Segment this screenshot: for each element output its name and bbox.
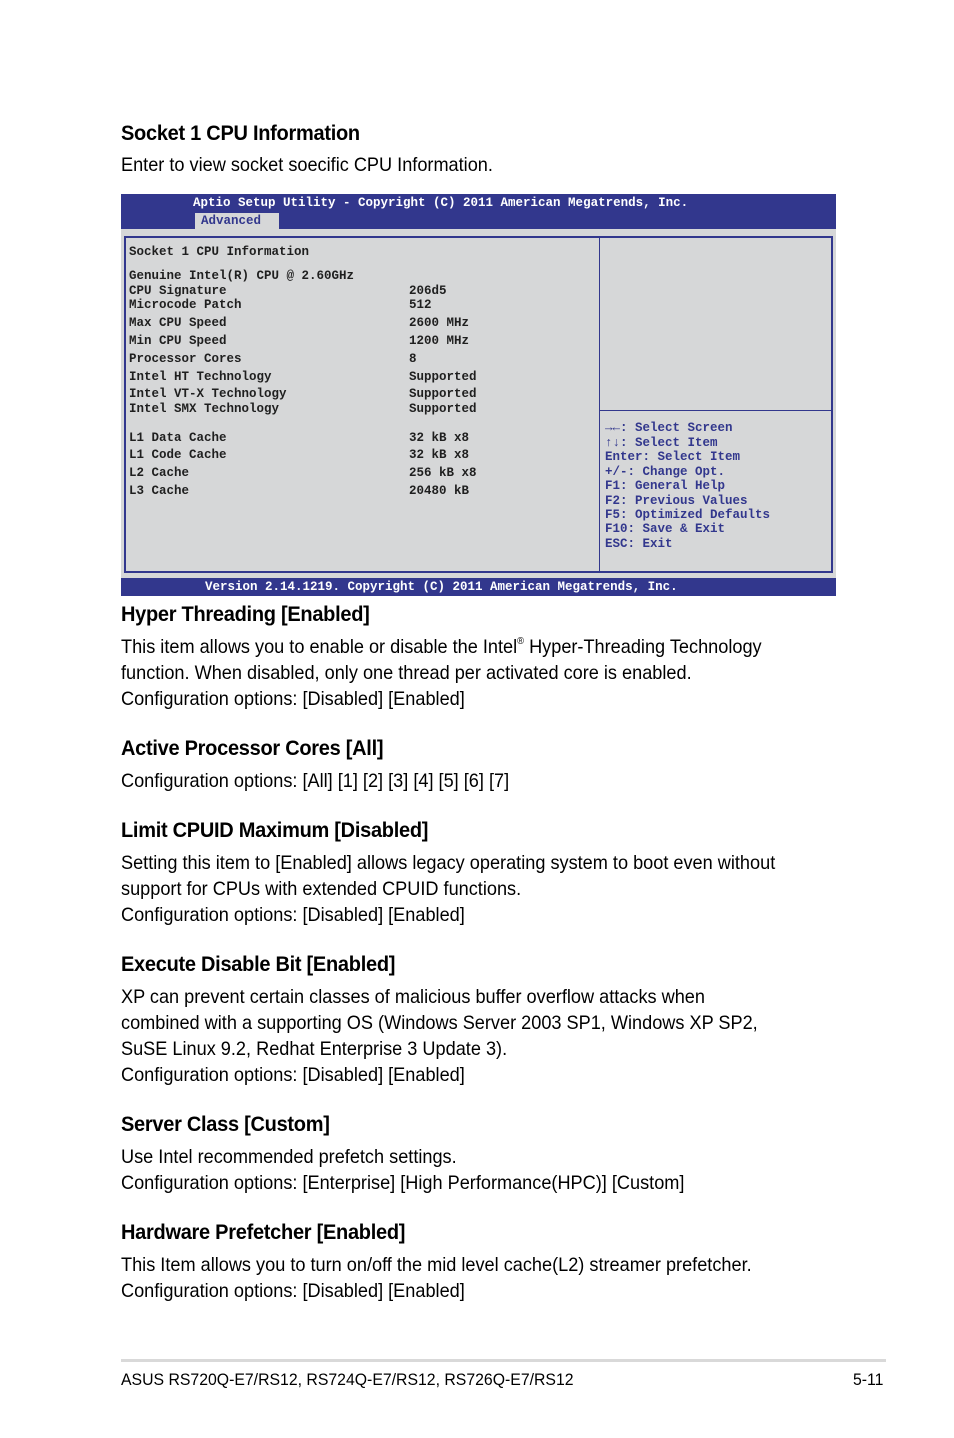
- bios-version: Version 2.14.1219. Copyright (C) 2011 Am…: [205, 580, 678, 594]
- tab-advanced[interactable]: Advanced: [195, 213, 279, 229]
- footer-page-number: 5-11: [853, 1370, 884, 1389]
- body-text: This item allows you to enable or disabl…: [121, 636, 518, 658]
- bios-info-row: CPU Signature 206d5: [129, 284, 447, 299]
- bios-title: Aptio Setup Utility - Copyright (C) 2011…: [193, 196, 689, 210]
- bios-panel-title: Socket 1 CPU Information: [129, 245, 310, 259]
- bios-cache-row: L3 Cache 20480 kB: [129, 484, 469, 499]
- help-general-help: F1: General Help: [605, 479, 726, 493]
- info-value: 206d5: [409, 284, 447, 298]
- help-previous-values: F2: Previous Values: [605, 494, 748, 508]
- section-heading-socket-cpu-info: Socket 1 CPU Information: [121, 121, 360, 145]
- body-line: This Item allows you to turn on/off the …: [121, 1254, 752, 1276]
- body-line: XP can prevent certain classes of malici…: [121, 986, 705, 1008]
- info-value: 512: [409, 298, 432, 312]
- section-heading-limit-cpuid: Limit CPUID Maximum [Disabled]: [121, 818, 429, 842]
- body-text: Hyper-Threading Technology: [524, 636, 762, 658]
- info-label: Intel HT Technology: [129, 370, 272, 384]
- body-line: This item allows you to enable or disabl…: [121, 634, 762, 660]
- section-body-hyper-threading: This item allows you to enable or disabl…: [121, 634, 762, 712]
- info-value: Supported: [409, 402, 477, 416]
- section-heading-active-cores: Active Processor Cores [All]: [121, 736, 384, 760]
- section-body-server-class: Use Intel recommended prefetch settings.…: [121, 1144, 684, 1196]
- bios-cpu-name: Genuine Intel(R) CPU @ 2.60GHz: [129, 269, 355, 283]
- footer-rule: [121, 1359, 886, 1362]
- bios-cache-row: L1 Code Cache 32 kB x8: [129, 448, 469, 463]
- bios-info-row: Intel SMX Technology Supported: [129, 402, 477, 417]
- section-heading-execute-disable: Execute Disable Bit [Enabled]: [121, 952, 396, 976]
- info-label: Intel VT-X Technology: [129, 387, 287, 401]
- cache-value: 256 kB x8: [409, 466, 477, 480]
- info-value: 8: [409, 352, 417, 366]
- info-value: Supported: [409, 370, 477, 384]
- body-line: Configuration options: [Disabled] [Enabl…: [121, 1064, 465, 1086]
- info-label: Max CPU Speed: [129, 316, 227, 330]
- body-line: SuSE Linux 9.2, Redhat Enterprise 3 Upda…: [121, 1038, 508, 1060]
- cache-label: L1 Data Cache: [129, 431, 227, 445]
- cache-value: 20480 kB: [409, 484, 470, 498]
- section-heading-server-class: Server Class [Custom]: [121, 1112, 330, 1136]
- body-line: Configuration options: [Disabled] [Enabl…: [121, 904, 465, 926]
- intro-description: Enter to view socket soecific CPU Inform…: [121, 154, 493, 176]
- info-value: 1200 MHz: [409, 334, 470, 348]
- bios-info-row: Max CPU Speed 2600 MHz: [129, 316, 469, 331]
- body-line: Configuration options: [Enterprise] [Hig…: [121, 1172, 685, 1194]
- body-line: Configuration options: [Disabled] [Enabl…: [121, 1280, 465, 1302]
- bios-cache-row: L2 Cache 256 kB x8: [129, 466, 477, 481]
- help-select-screen: →←: Select Screen: [605, 421, 733, 435]
- info-label: CPU Signature: [129, 284, 227, 298]
- bios-title-bar: Aptio Setup Utility - Copyright (C) 2011…: [121, 194, 836, 229]
- help-optimized-defaults: F5: Optimized Defaults: [605, 508, 771, 522]
- help-enter-select: Enter: Select Item: [605, 450, 741, 464]
- help-select-item-arrows: ↑↓: Select Item: [605, 436, 718, 450]
- help-exit: ESC: Exit: [605, 537, 673, 551]
- cache-label: L3 Cache: [129, 484, 190, 498]
- section-body-limit-cpuid: Setting this item to [Enabled] allows le…: [121, 850, 775, 928]
- info-value: Supported: [409, 387, 477, 401]
- section-heading-hyper-threading: Hyper Threading [Enabled]: [121, 602, 370, 626]
- section-heading-hardware-prefetcher: Hardware Prefetcher [Enabled]: [121, 1220, 406, 1244]
- section-body-hardware-prefetcher: This Item allows you to turn on/off the …: [121, 1252, 752, 1304]
- cache-label: L1 Code Cache: [129, 448, 227, 462]
- bios-info-row: Intel VT-X Technology Supported: [129, 387, 477, 402]
- info-value: 2600 MHz: [409, 316, 470, 330]
- bios-help-divider: [600, 410, 832, 411]
- bios-cache-row: L1 Data Cache 32 kB x8: [129, 431, 469, 446]
- bios-panel-divider: [599, 236, 600, 573]
- body-line: combined with a supporting OS (Windows S…: [121, 1012, 758, 1034]
- bios-info-row: Processor Cores 8: [129, 352, 417, 367]
- bios-info-row: Min CPU Speed 1200 MHz: [129, 334, 469, 349]
- footer-product-name: ASUS RS720Q-E7/RS12, RS724Q-E7/RS12, RS7…: [121, 1370, 574, 1389]
- cache-label: L2 Cache: [129, 466, 190, 480]
- info-label: Min CPU Speed: [129, 334, 227, 348]
- body-line: function. When disabled, only one thread…: [121, 662, 692, 684]
- body-line: support for CPUs with extended CPUID fun…: [121, 878, 522, 900]
- cache-value: 32 kB x8: [409, 448, 470, 462]
- bios-footer-bar: Version 2.14.1219. Copyright (C) 2011 Am…: [121, 578, 836, 596]
- section-body-execute-disable: XP can prevent certain classes of malici…: [121, 984, 758, 1088]
- help-change-opt: +/-: Change Opt.: [605, 465, 726, 479]
- cache-value: 32 kB x8: [409, 431, 470, 445]
- bios-info-row: Intel HT Technology Supported: [129, 370, 477, 385]
- bios-info-row: Microcode Patch 512: [129, 298, 432, 313]
- section-body-active-cores: Configuration options: [All] [1] [2] [3]…: [121, 768, 509, 794]
- body-line: Setting this item to [Enabled] allows le…: [121, 852, 776, 874]
- help-save-exit: F10: Save & Exit: [605, 522, 726, 536]
- bios-screenshot: Aptio Setup Utility - Copyright (C) 2011…: [121, 194, 836, 596]
- info-label: Processor Cores: [129, 352, 242, 366]
- body-line: Configuration options: [Disabled] [Enabl…: [121, 688, 465, 710]
- info-label: Intel SMX Technology: [129, 402, 280, 416]
- info-label: Microcode Patch: [129, 298, 242, 312]
- body-line: Use Intel recommended prefetch settings.: [121, 1146, 457, 1168]
- body-line: Configuration options: [All] [1] [2] [3]…: [121, 770, 510, 792]
